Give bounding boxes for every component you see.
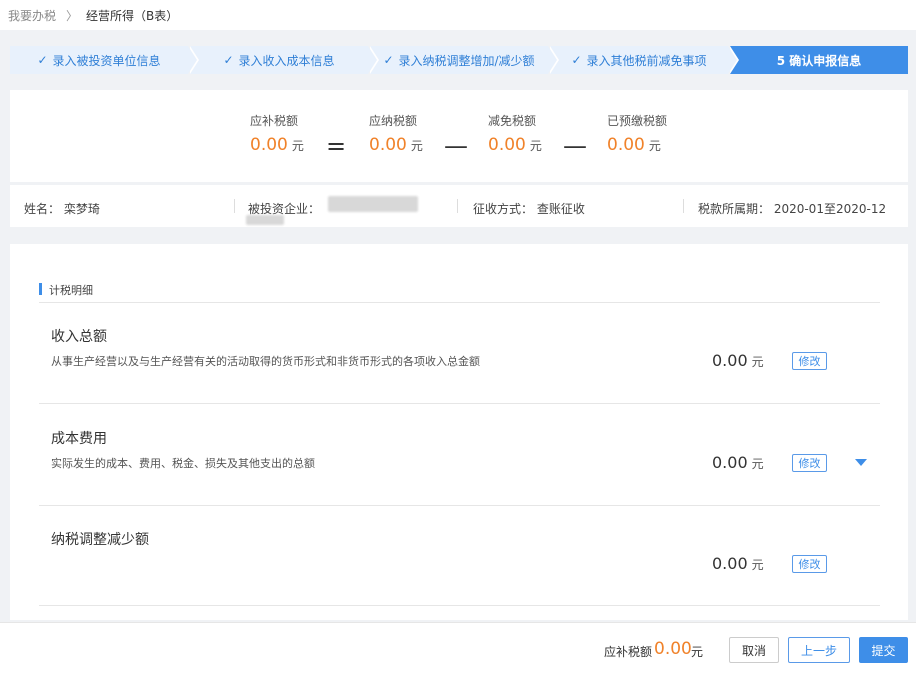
collection-method: 征收方式： 查账征收 — [473, 202, 585, 216]
breadcrumb-home[interactable]: 我要办税 — [8, 7, 56, 24]
step-5-current[interactable]: 5 确认申报信息 — [730, 46, 908, 74]
taxpayer-info-bar: 姓名： 栾梦琦 被投资企业： 征收方式： 查账征收 税款所属期： 2020-01… — [10, 185, 908, 227]
summary-value: 0.00 — [607, 135, 645, 155]
divider — [39, 403, 880, 404]
submit-button[interactable]: 提交 — [859, 637, 908, 663]
edit-cost-expense-button[interactable]: 修改 — [792, 454, 827, 472]
summary-value: 0.00 — [488, 135, 526, 155]
breadcrumb: 我要办税 〉 经营所得（B表） — [0, 0, 916, 30]
divider — [683, 199, 684, 213]
tax-period: 税款所属期： 2020-01至2020-12 — [698, 202, 887, 216]
footer-tax-due-label: 应补税额 — [604, 645, 653, 659]
caret-down-icon[interactable] — [855, 459, 867, 466]
summary-unit: 元 — [410, 139, 423, 153]
summary-prepaid-tax: 已预缴税额 0.00 元 — [607, 112, 667, 155]
taxpayer-name: 姓名： 栾梦琦 — [24, 202, 100, 216]
section-title: 计税明细 — [39, 282, 93, 298]
minus-icon: — — [563, 132, 587, 160]
row-title-total-income: 收入总额 — [51, 329, 107, 345]
row-title-cost-expense: 成本费用 — [51, 431, 107, 447]
summary-tax-payable: 应纳税额 0.00 元 — [369, 112, 423, 155]
summary-label: 应纳税额 — [369, 114, 418, 128]
divider — [39, 605, 880, 606]
step-bar: ✓ 录入被投资单位信息 ✓ 录入收入成本信息 ✓ 录入纳税调整增加/减少额 ✓ … — [10, 46, 908, 74]
redacted-company-name-2 — [246, 215, 284, 225]
summary-unit: 元 — [291, 139, 304, 153]
step-4[interactable]: ✓ 录入其他税前减免事项 — [550, 46, 737, 74]
step-label: 录入收入成本信息 — [238, 53, 335, 68]
summary-label: 应补税额 — [250, 114, 299, 128]
chevron-right-icon: 〉 — [66, 8, 79, 23]
step-label: 5 确认申报信息 — [776, 53, 862, 68]
summary-unit: 元 — [648, 139, 661, 153]
check-icon: ✓ — [37, 53, 48, 67]
step-label: 录入纳税调整增加/减少额 — [398, 53, 535, 68]
summary-tax-payable-due: 应补税额 0.00 元 — [250, 112, 304, 155]
summary-tax-relief: 减免税额 0.00 元 — [488, 112, 542, 155]
footer-tax-due-value: 0.00 — [654, 639, 692, 659]
tax-summary: 应补税额 0.00 元 = 应纳税额 0.00 元 — 减免税额 0.00 元 — 已… — [10, 90, 908, 182]
breadcrumb-current: 经营所得（B表） — [86, 8, 179, 23]
summary-label: 减免税额 — [488, 114, 537, 128]
edit-tax-adjust-decrease-button[interactable]: 修改 — [792, 555, 827, 573]
divider — [39, 505, 880, 506]
step-1[interactable]: ✓ 录入被投资单位信息 — [10, 46, 197, 74]
divider — [457, 199, 458, 213]
step-label: 录入其他税前减免事项 — [586, 53, 707, 68]
summary-label: 已预缴税额 — [607, 114, 668, 128]
cancel-button[interactable]: 取消 — [729, 637, 779, 663]
page: 我要办税 〉 经营所得（B表） ✓ 录入被投资单位信息 ✓ 录入收入成本信息 ✓… — [0, 0, 916, 675]
row-desc-total-income: 从事生产经营以及与生产经营有关的活动取得的货币形式和非货币形式的各项收入总金额 — [51, 355, 480, 368]
equals-icon: = — [326, 132, 347, 160]
check-icon: ✓ — [383, 53, 394, 67]
amount-total-income: 0.00 元 — [712, 351, 764, 370]
footer-tax-due-unit: 元 — [691, 645, 704, 659]
check-icon: ✓ — [223, 53, 234, 67]
redacted-company-name — [328, 196, 418, 212]
edit-total-income-button[interactable]: 修改 — [792, 352, 827, 370]
minus-icon: — — [444, 132, 468, 160]
footer-bar: 应补税额 0.00 元 取消 上一步 提交 — [0, 622, 916, 675]
summary-value: 0.00 — [369, 135, 407, 155]
tax-calculation-detail: 计税明细 收入总额 从事生产经营以及与生产经营有关的活动取得的货币形式和非货币形… — [10, 244, 908, 620]
previous-step-button[interactable]: 上一步 — [788, 637, 850, 663]
row-title-tax-adjust-decrease: 纳税调整减少额 — [51, 532, 149, 548]
divider — [39, 302, 880, 303]
step-label: 录入被投资单位信息 — [52, 53, 161, 68]
step-3[interactable]: ✓ 录入纳税调整增加/减少额 — [370, 46, 557, 74]
check-icon: ✓ — [571, 53, 582, 67]
summary-value: 0.00 — [250, 135, 288, 155]
step-2[interactable]: ✓ 录入收入成本信息 — [190, 46, 377, 74]
amount-cost-expense: 0.00 元 — [712, 453, 764, 472]
amount-tax-adjust-decrease: 0.00 元 — [712, 554, 764, 573]
divider — [234, 199, 235, 213]
row-desc-cost-expense: 实际发生的成本、费用、税金、损失及其他支出的总额 — [51, 457, 315, 470]
summary-unit: 元 — [529, 139, 542, 153]
